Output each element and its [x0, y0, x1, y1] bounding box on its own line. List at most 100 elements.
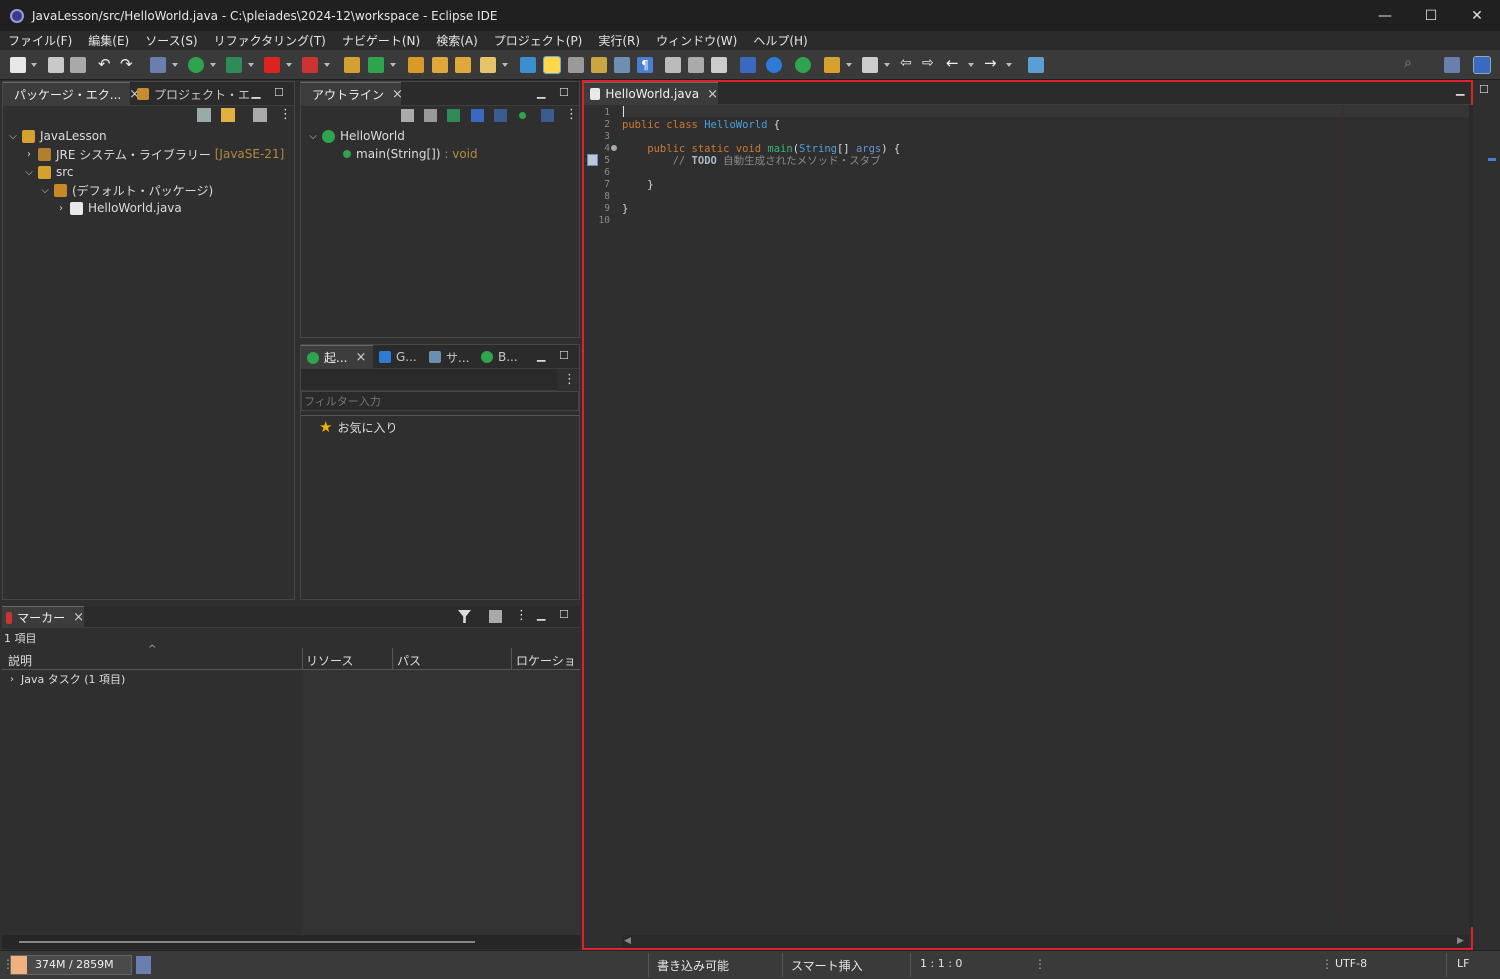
task-marker-icon[interactable] — [587, 154, 598, 166]
new-icon[interactable] — [10, 57, 26, 73]
show-whitespace-icon[interactable] — [591, 57, 607, 73]
heap-status[interactable]: 374M / 2859M — [10, 955, 132, 975]
open-type-icon[interactable] — [408, 57, 424, 73]
minimize-button[interactable]: — — [1362, 0, 1408, 31]
minimize-icon[interactable]: ▁ — [537, 608, 545, 621]
close-icon[interactable]: × — [707, 87, 718, 102]
undo-icon[interactable]: ↶ — [98, 55, 114, 73]
settings-gear-icon[interactable] — [766, 57, 782, 73]
menu-project[interactable]: プロジェクト(P) — [486, 32, 591, 49]
menu-search[interactable]: 検索(A) — [428, 32, 486, 49]
scroll-right-icon[interactable]: ▶ — [1457, 936, 1464, 946]
tree-default-package[interactable]: ⌵ (デフォルト・パッケージ) — [39, 181, 213, 199]
column-description[interactable]: 説明 — [8, 652, 32, 669]
minimize-icon[interactable]: ▁ — [537, 349, 545, 362]
column-path[interactable]: パス — [397, 652, 421, 669]
outline-class[interactable]: ⌵ HelloWorld — [307, 127, 405, 145]
tab-servers[interactable]: サ... — [423, 345, 469, 369]
menu-help[interactable]: ヘルプ(H) — [745, 32, 815, 49]
filter-input[interactable] — [301, 391, 579, 411]
task-overview-marker[interactable] — [1488, 158, 1496, 161]
console-icon[interactable] — [740, 57, 756, 73]
collapse-all-icon[interactable] — [197, 108, 211, 122]
chevron-right-icon[interactable]: › — [6, 674, 18, 685]
tab-outline[interactable]: アウトライン × — [301, 82, 403, 106]
pilcrow-icon[interactable]: ¶ — [637, 57, 653, 73]
last-edit-icon[interactable] — [711, 57, 727, 73]
link-editor-icon[interactable] — [541, 109, 554, 122]
tab-package-explorer[interactable]: パッケージ・エク... × — [3, 82, 140, 106]
save-all-icon[interactable] — [70, 57, 86, 73]
scroll-left-icon[interactable]: ◀ — [624, 936, 631, 946]
tab-gradle[interactable]: G... — [373, 345, 417, 369]
java-perspective-icon[interactable] — [1473, 56, 1491, 74]
external-tools-icon[interactable] — [302, 57, 318, 73]
chevron-down-icon[interactable]: ⌵ — [307, 131, 319, 142]
sort-icon[interactable] — [424, 109, 437, 122]
chevron-right-icon[interactable]: › — [23, 149, 35, 160]
maximize-icon[interactable]: ☐ — [274, 86, 284, 99]
toggle-breadcrumb-icon[interactable] — [568, 57, 584, 73]
tab-launch-config[interactable]: 起... × — [301, 345, 373, 369]
tree-file[interactable]: › HelloWorld.java — [55, 199, 182, 217]
open-folder-icon[interactable] — [432, 57, 448, 73]
tree-src[interactable]: ⌵ src — [23, 163, 73, 181]
horizontal-scrollbar[interactable]: ◀ ▶ — [622, 935, 1469, 948]
mark-occurrences-icon[interactable] — [520, 57, 536, 73]
tab-markers[interactable]: マーカー × — [2, 606, 84, 628]
menu-refactor[interactable]: リファクタリング(T) — [206, 32, 334, 49]
hide-local-types-icon[interactable] — [519, 112, 526, 119]
open-resource-icon[interactable] — [455, 57, 471, 73]
block-select-icon[interactable] — [614, 57, 630, 73]
forward-arrow-icon[interactable]: ⇨ — [922, 55, 938, 71]
save-icon[interactable] — [48, 57, 64, 73]
chevron-down-icon[interactable]: ⌵ — [39, 185, 51, 196]
redo-icon[interactable]: ↷ — [120, 55, 136, 73]
column-resource[interactable]: リソース — [306, 652, 353, 669]
search-tool-icon[interactable] — [480, 57, 496, 73]
pin-editor-icon[interactable] — [1028, 57, 1044, 73]
encoding-status[interactable]: UTF-8 — [1335, 957, 1367, 970]
search-icon[interactable]: ⌕ — [1404, 55, 1420, 71]
code-text-area[interactable]: public class HelloWorld { public static … — [622, 105, 1469, 927]
prev-annotation-icon[interactable] — [688, 57, 704, 73]
tree-project[interactable]: ⌵ JavaLesson — [7, 127, 106, 145]
close-icon[interactable]: × — [392, 87, 403, 102]
highlight-icon[interactable] — [543, 56, 561, 74]
debug-icon[interactable] — [226, 57, 242, 73]
tab-project-explorer[interactable]: プロジェクト・エ... — [131, 82, 261, 106]
collapse-icon[interactable] — [401, 109, 414, 122]
hide-static-icon[interactable] — [471, 109, 484, 122]
tree-jre[interactable]: › JRE システム・ライブラリー [JavaSE-21] — [23, 145, 284, 163]
stop-icon[interactable] — [264, 57, 280, 73]
link-editor-icon[interactable] — [221, 108, 235, 122]
outline-method[interactable]: main(String[]) : void — [343, 145, 478, 163]
hide-nonpublic-icon[interactable] — [494, 109, 507, 122]
close-icon[interactable]: × — [355, 350, 366, 365]
maximize-icon[interactable]: ☐ — [1479, 83, 1489, 96]
maximize-icon[interactable]: ☐ — [559, 86, 569, 99]
menu-edit[interactable]: 編集(E) — [80, 32, 137, 49]
new-java-project-icon[interactable] — [344, 57, 360, 73]
server-start-icon[interactable] — [795, 57, 811, 73]
chevron-down-icon[interactable]: ⌵ — [7, 131, 19, 142]
menu-window[interactable]: ウィンドウ(W) — [648, 32, 745, 49]
close-icon[interactable]: × — [73, 610, 84, 625]
run-icon[interactable] — [188, 57, 204, 73]
tab-helloworld-java[interactable]: HelloWorld.java × — [584, 82, 718, 105]
open-perspective-icon[interactable] — [1444, 57, 1460, 73]
back-arrow-icon[interactable]: ⇦ — [900, 55, 916, 71]
new-class-icon[interactable] — [368, 57, 384, 73]
view-menu-icon[interactable]: ⋮ — [565, 107, 578, 122]
favorites-item[interactable]: ★ お気に入り — [319, 418, 397, 436]
previous-edit-icon[interactable] — [862, 57, 878, 73]
menu-source[interactable]: ソース(S) — [137, 32, 205, 49]
line-ending-status[interactable]: LF — [1457, 957, 1469, 970]
minimize-icon[interactable]: ▁ — [537, 86, 545, 99]
focus-icon[interactable] — [489, 610, 502, 623]
menu-file[interactable]: ファイル(F) — [0, 32, 80, 49]
markers-row-java-tasks[interactable]: › Java タスク (1 項目) — [6, 670, 125, 688]
chevron-down-icon[interactable]: ⌵ — [23, 167, 35, 178]
vertical-scrollbar[interactable] — [1469, 105, 1473, 927]
tab-boot-dashboard[interactable]: B... — [475, 345, 518, 369]
